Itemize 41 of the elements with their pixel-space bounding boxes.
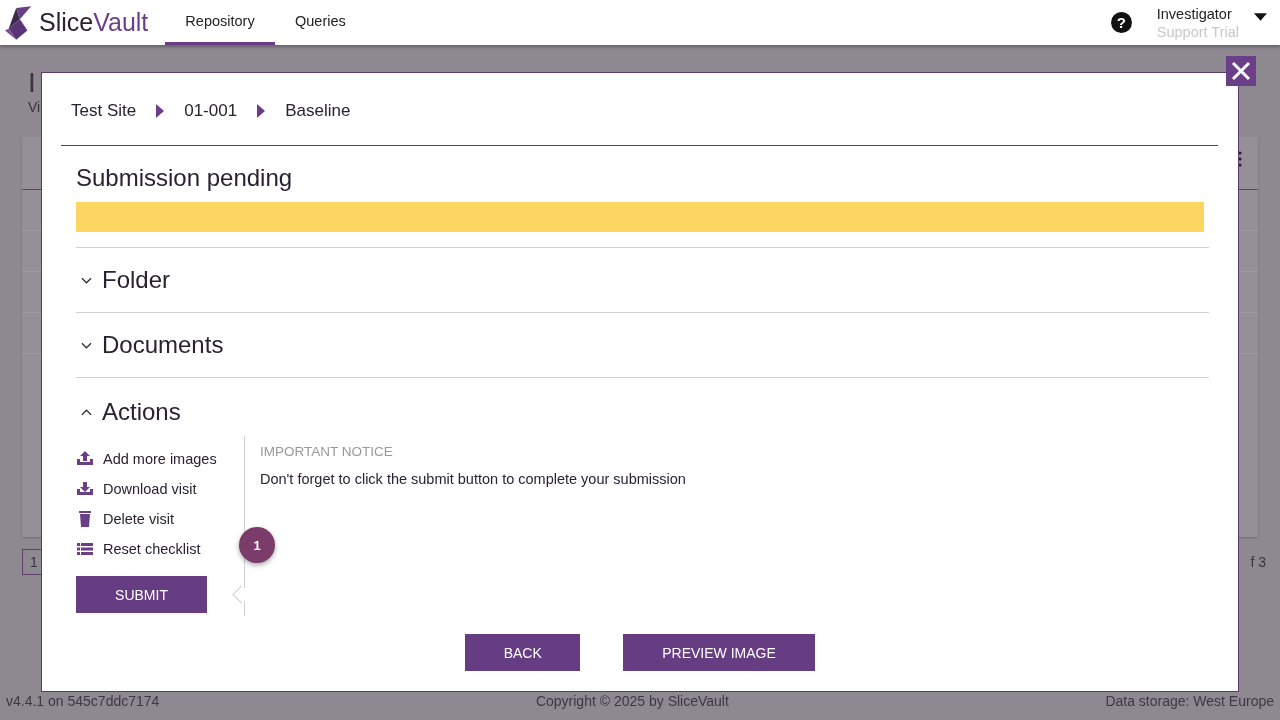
copyright-text: Copyright © 2025 by SliceVault (535, 693, 729, 709)
upload-icon (76, 450, 94, 468)
action-link[interactable]: Delete visit (76, 504, 174, 534)
breadcrumb-link[interactable]: Test Site (71, 100, 137, 122)
action-link[interactable]: Add more images (76, 444, 217, 474)
section-header[interactable]: Folder (76, 247, 1209, 312)
notice-heading: IMPORTANT NOTICE (260, 444, 394, 459)
breadcrumb-link[interactable]: 01-001 (184, 100, 238, 122)
dialog-button[interactable]: PREVIEW IMAGE (623, 634, 815, 671)
action-link[interactable]: Reset checklist (76, 534, 201, 564)
chevron-up-icon (81, 407, 92, 417)
dialog-button[interactable]: BACK (465, 634, 581, 671)
page-count: f 3 (1250, 554, 1266, 570)
chevron-down-icon (81, 340, 92, 350)
trash-icon (76, 510, 94, 528)
download-icon (76, 480, 94, 498)
chevron-icon (156, 104, 165, 118)
help-icon[interactable]: ? (1110, 12, 1132, 33)
status-title: Submission pending (76, 163, 294, 193)
version-text: v4.4.1 on 545c7ddc7174 (6, 693, 160, 709)
section-header[interactable]: Actions (76, 377, 1209, 444)
section-header[interactable]: Documents (76, 312, 1209, 377)
list-icon (76, 540, 94, 558)
page-subtitle: Vi (28, 99, 41, 115)
breadcrumb-link[interactable]: Baseline (285, 100, 351, 122)
user-name: Investigator (1156, 4, 1233, 23)
notice-text: Don't forget to click the submit button to complete your submission (260, 471, 686, 487)
brand-name: SliceVault (39, 8, 149, 37)
close-icon (1231, 61, 1251, 81)
submit-button[interactable]: SUBMIT (76, 576, 207, 613)
action-link[interactable]: Download visit (76, 474, 197, 504)
chevron-down-icon (81, 275, 92, 285)
storage-text: Data storage: West Europe (1105, 693, 1274, 709)
chevron-icon (257, 104, 266, 118)
step-badge: 1 (239, 527, 275, 563)
caret-icon[interactable] (1254, 12, 1267, 21)
nav-tab[interactable]: Queries (275, 0, 366, 45)
page-title: I (28, 67, 36, 99)
nav-tab[interactable]: Repository (165, 0, 275, 45)
close-button[interactable] (1226, 56, 1256, 86)
logo-icon (5, 4, 33, 41)
